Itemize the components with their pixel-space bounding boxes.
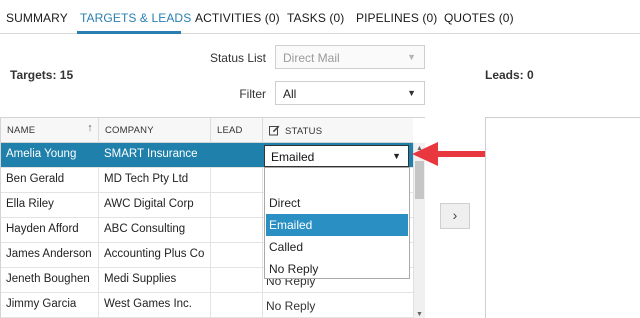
cell-company: MD Tech Pty Ltd [99,168,211,192]
cell-name: Hayden Afford [1,218,99,242]
edit-icon [269,125,280,139]
tab-targets-leads[interactable]: TARGETS & LEADS [80,11,191,25]
leads-list-panel [485,117,640,318]
cell-lead [211,168,263,192]
status-option-blank[interactable] [266,170,408,192]
cell-name: Amelia Young [1,143,99,167]
cell-lead [211,193,263,217]
cell-lead [211,218,263,242]
status-list-value: Direct Mail [283,51,340,65]
tab-summary[interactable]: SUMMARY [6,11,68,25]
column-header-name[interactable]: NAME ↑ [1,118,99,143]
status-option-direct[interactable]: Direct [266,192,408,214]
column-label: STATUS [285,126,323,137]
column-header-lead[interactable]: LEAD [211,118,263,143]
grid-scrollbar[interactable]: ▲ ▼ [413,143,425,318]
column-label: NAME [7,125,36,136]
tab-quotes[interactable]: QUOTES (0) [444,11,514,25]
active-tab-indicator [77,31,181,34]
cell-company: ABC Consulting [99,218,211,242]
status-option-no-reply[interactable]: No Reply [266,258,408,280]
status-editor-value: Emailed [271,150,315,164]
tab-bar: SUMMARY TARGETS & LEADS ACTIVITIES (0) T… [0,0,640,34]
cell-company: SMART Insurance [99,143,211,167]
column-label: LEAD [217,125,243,136]
filter-value: All [283,87,297,101]
grid-header: NAME ↑ COMPANY LEAD STATUS [1,118,413,143]
targets-count: Targets: 15 [10,68,74,82]
cell-status: No Reply [266,299,316,313]
cell-company: Accounting Plus Co [99,243,211,267]
cell-name: Jeneth Boughen [1,268,99,292]
leads-count: Leads: 0 [485,68,534,82]
table-row[interactable]: Jimmy Garcia West Games Inc. [1,293,413,318]
cell-name: James Anderson [1,243,99,267]
cell-lead [211,268,263,292]
cell-company: Medi Supplies [99,268,211,292]
chevron-down-icon: ▼ [407,52,416,62]
cell-name: Ella Riley [1,193,99,217]
tab-tasks[interactable]: TASKS (0) [287,11,344,25]
cell-company: AWC Digital Corp [99,193,211,217]
cell-company: West Games Inc. [99,293,211,317]
sort-ascending-icon: ↑ [87,122,93,134]
chevron-down-icon: ▼ [392,151,401,161]
chevron-down-icon: ▼ [407,88,416,98]
status-list-label: Status List [209,51,266,65]
cell-lead [211,143,263,167]
status-option-called[interactable]: Called [266,236,408,258]
filter-label: Filter [239,87,266,101]
column-header-company[interactable]: COMPANY [99,118,211,143]
filter-select[interactable]: All ▼ [275,81,425,105]
status-editor-select[interactable]: Emailed ▼ [264,145,409,167]
move-to-leads-button[interactable]: › [440,203,470,229]
chevron-right-icon: › [452,207,458,223]
status-list-select[interactable]: Direct Mail ▼ [275,45,425,69]
cell-lead [211,243,263,267]
tab-pipelines[interactable]: PIPELINES (0) [356,11,437,25]
cell-name: Ben Gerald [1,168,99,192]
cell-name: Jimmy Garcia [1,293,99,317]
scroll-down-icon[interactable]: ▼ [414,311,425,318]
status-dropdown-list: Direct Emailed Called No Reply [264,167,410,279]
status-option-emailed[interactable]: Emailed [266,214,408,236]
column-header-status[interactable]: STATUS [263,118,413,143]
tab-activities[interactable]: ACTIVITIES (0) [195,11,280,25]
cell-lead [211,293,263,317]
column-label: COMPANY [105,125,154,136]
